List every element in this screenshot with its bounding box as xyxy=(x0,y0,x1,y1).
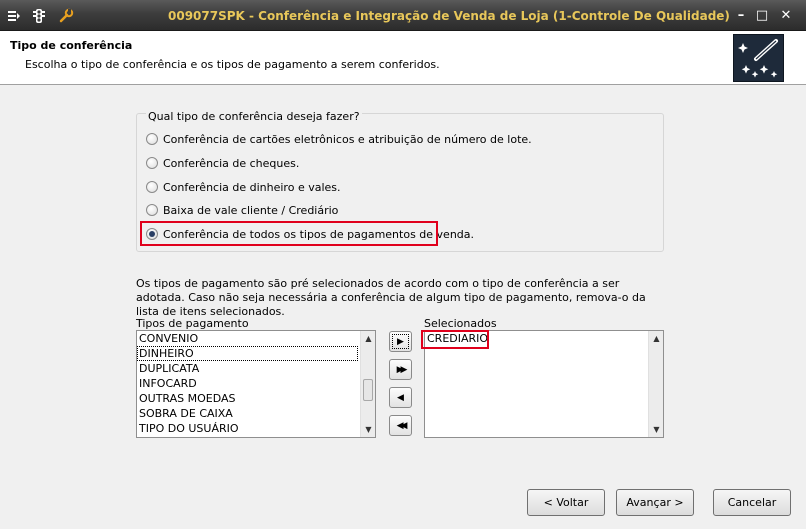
minimize-button[interactable]: – xyxy=(731,6,751,25)
radio-circle-icon[interactable] xyxy=(146,204,158,216)
close-button[interactable]: ✕ xyxy=(776,6,796,25)
selected-label: Selecionados xyxy=(424,317,497,330)
highlight-box xyxy=(140,221,438,246)
cancel-button[interactable]: Cancelar xyxy=(713,489,791,516)
list-item[interactable]: CONVENIO xyxy=(137,331,375,346)
radio-option-checks[interactable]: Conferência de cheques. xyxy=(146,155,299,171)
vertical-scrollbar[interactable]: ▲ ▼ xyxy=(648,331,663,437)
list-item[interactable]: TIPO DO USUÁRIO xyxy=(137,421,375,436)
app-menu-icon[interactable] xyxy=(4,6,24,25)
arrow-left-icon: ◀ xyxy=(397,392,404,403)
radio-option-voucher[interactable]: Baixa de vale cliente / Crediário xyxy=(146,202,338,218)
maximize-button[interactable]: □ xyxy=(752,6,772,25)
title-bar: 009077SPK - Conferência e Integração de … xyxy=(0,0,806,31)
radio-option-cards[interactable]: Conferência de cartões eletrônicos e atr… xyxy=(146,131,532,147)
list-item[interactable]: OUTRAS MOEDAS xyxy=(137,391,375,406)
scroll-up-icon[interactable]: ▲ xyxy=(361,331,375,346)
radio-label: Conferência de dinheiro e vales. xyxy=(163,180,341,194)
remove-all-button[interactable]: ◀◀ xyxy=(389,415,412,436)
wizard-header: Tipo de conferência Escolha o tipo de co… xyxy=(0,31,806,85)
add-all-button[interactable]: ▶▶ xyxy=(389,359,412,380)
double-arrow-right-icon: ▶▶ xyxy=(396,364,408,375)
payment-types-list[interactable]: CONVENIO DINHEIRO DUPLICATA INFOCARD OUT… xyxy=(136,330,376,438)
list-item[interactable]: DUPLICATA xyxy=(137,361,375,376)
arrow-right-icon: ▶ xyxy=(397,336,404,347)
scroll-thumb[interactable] xyxy=(363,379,373,401)
list-item[interactable]: SOBRA DE CAIXA xyxy=(137,406,375,421)
window-title: 009077SPK - Conferência e Integração de … xyxy=(168,9,730,23)
minimize-icon: – xyxy=(737,8,745,23)
vertical-scrollbar[interactable]: ▲ ▼ xyxy=(360,331,375,437)
radio-label: Baixa de vale cliente / Crediário xyxy=(163,203,339,217)
maximize-icon: □ xyxy=(755,8,769,23)
radio-circle-icon[interactable] xyxy=(146,157,158,169)
scroll-down-icon[interactable]: ▼ xyxy=(649,422,663,437)
close-icon: ✕ xyxy=(780,8,792,23)
info-text: Os tipos de pagamento são pré selecionad… xyxy=(136,277,646,318)
back-button[interactable]: < Voltar xyxy=(527,489,605,516)
conference-type-group-title: Qual tipo de conferência deseja fazer? xyxy=(146,110,362,123)
double-arrow-left-icon: ◀◀ xyxy=(396,420,408,431)
scroll-up-icon[interactable]: ▲ xyxy=(649,331,663,346)
next-button-label: Avançar > xyxy=(626,496,684,509)
radio-option-cash[interactable]: Conferência de dinheiro e vales. xyxy=(146,179,341,195)
list-item[interactable]: INFOCARD xyxy=(137,376,375,391)
traffic-light-icon[interactable] xyxy=(29,6,49,25)
highlight-box xyxy=(421,330,489,349)
radio-circle-icon[interactable] xyxy=(146,133,158,145)
radio-label: Conferência de cheques. xyxy=(163,156,300,170)
list-item[interactable]: DINHEIRO xyxy=(137,346,358,361)
page-subtitle: Escolha o tipo de conferência e os tipos… xyxy=(25,58,440,71)
radio-circle-icon[interactable] xyxy=(146,181,158,193)
scroll-down-icon[interactable]: ▼ xyxy=(361,422,375,437)
wrench-icon[interactable] xyxy=(56,6,76,25)
radio-label: Conferência de cartões eletrônicos e atr… xyxy=(163,132,532,146)
remove-button[interactable]: ◀ xyxy=(389,387,412,408)
payment-types-label: Tipos de pagamento xyxy=(136,317,249,330)
page-title: Tipo de conferência xyxy=(10,39,133,52)
next-button[interactable]: Avançar > xyxy=(616,489,694,516)
magic-wand-icon xyxy=(733,34,784,82)
add-button[interactable]: ▶ xyxy=(389,331,412,352)
